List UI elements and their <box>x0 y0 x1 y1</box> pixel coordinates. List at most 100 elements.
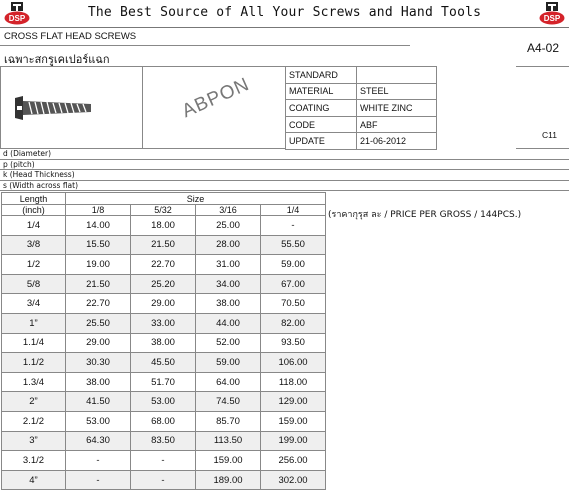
spec-row: UPDATE 21-06-2012 <box>285 132 437 150</box>
flat-head-screw-icon <box>15 96 91 120</box>
price-cell: 70.50 <box>260 293 326 314</box>
price-cell: - <box>65 469 131 490</box>
side-code: C11 <box>542 130 557 140</box>
spec-key: CODE <box>285 115 357 134</box>
price-cell: 33.00 <box>130 312 196 334</box>
spec-value: WHITE ZINC <box>356 99 437 117</box>
table-row: 1” 25.50 33.00 44.00 82.00 <box>1 312 326 334</box>
spec-row: MATERIAL STEEL <box>285 82 437 101</box>
table-row: 3/8 15.50 21.50 28.00 55.50 <box>1 234 326 256</box>
price-cell: 93.50 <box>260 332 326 354</box>
price-sheet: DSP The Best Source of All Your Screws a… <box>0 0 569 490</box>
watermark-cell: ABPON <box>143 66 285 149</box>
length-cell: 5/8 <box>1 273 66 295</box>
price-cell: 159.00 <box>195 450 261 471</box>
spec-value <box>356 66 437 84</box>
price-cell: 53.00 <box>130 391 196 412</box>
size-column-header: 1/4 <box>260 204 326 216</box>
table-row: 5/8 21.50 25.20 34.00 67.00 <box>1 273 326 295</box>
size-header: Size <box>65 192 326 205</box>
price-cell: 38.00 <box>65 371 131 393</box>
spec-table: STANDARD MATERIAL STEEL COATING WHITE ZINC… <box>285 66 437 150</box>
length-cell: 1/4 <box>1 215 66 236</box>
price-cell: 59.00 <box>260 254 326 275</box>
price-note: (ราคากุรุส ละ / PRICE PER GROSS / 144PCS… <box>328 210 522 220</box>
dsp-logo-right-icon: DSP <box>539 2 565 25</box>
table-row: 1/4 14.00 18.00 25.00- <box>1 215 326 236</box>
price-cell: 51.70 <box>130 371 196 393</box>
table-row: 4” - -189.00 302.00 <box>1 469 326 490</box>
size-column-header: 3/16 <box>195 204 261 216</box>
legend-item: d (Diameter) <box>0 149 569 160</box>
table-row: 3/4 22.70 29.00 38.00 70.50 <box>1 293 326 314</box>
header-bar: DSP The Best Source of All Your Screws a… <box>0 0 569 28</box>
price-cell: 22.70 <box>130 254 196 275</box>
spec-key: STANDARD <box>285 66 357 84</box>
legend-item: s (Width across flat) <box>0 181 569 191</box>
legend-item: k (Head Thickness) <box>0 170 569 181</box>
price-cell: - <box>130 450 196 471</box>
price-cell: 25.20 <box>130 273 196 295</box>
price-cell: 199.00 <box>260 430 326 452</box>
size-column-header: 5/32 <box>130 204 196 216</box>
price-cell: 67.00 <box>260 273 326 295</box>
dimension-legend: d (Diameter) p (pitch) k (Head Thickness… <box>0 149 569 191</box>
logo-right-text: DSP <box>544 14 561 23</box>
price-cell: 31.00 <box>195 254 261 275</box>
length-cell: 2.1/2 <box>1 410 66 432</box>
size-column-header: 1/8 <box>65 204 131 216</box>
price-cell: 129.00 <box>260 391 326 412</box>
logo-left-text: DSP <box>9 14 26 23</box>
price-cell: - <box>130 469 196 490</box>
length-cell: 3/8 <box>1 234 66 256</box>
price-cell: 14.00 <box>65 215 131 236</box>
price-cell: 113.50 <box>195 430 261 452</box>
price-cell: 53.00 <box>65 410 131 432</box>
price-cell: 29.00 <box>130 293 196 314</box>
price-cell: 159.00 <box>260 410 326 432</box>
price-cell: 59.00 <box>195 352 261 373</box>
price-cell: 83.50 <box>130 430 196 452</box>
price-cell: 74.50 <box>195 391 261 412</box>
table-row: 2” 41.50 53.00 74.50 129.00 <box>1 391 326 412</box>
table-row: 3.1/2- -159.00 256.00 <box>1 450 326 471</box>
length-cell: 3/4 <box>1 293 66 314</box>
length-cell: 4” <box>1 469 66 490</box>
price-table: Length Size (inch) 1/8 5/32 3/16 1/4 1/4… <box>1 192 326 490</box>
price-cell: 302.00 <box>260 469 326 490</box>
price-cell: 25.50 <box>65 312 131 334</box>
price-cell: 30.30 <box>65 352 131 373</box>
spec-row: STANDARD <box>285 66 437 84</box>
table-subheader-row: (inch) 1/8 5/32 3/16 1/4 <box>1 204 326 216</box>
price-cell: 18.00 <box>130 215 196 236</box>
price-cell: 28.00 <box>195 234 261 256</box>
table-row: 1.1/4 29.00 38.00 52.00 93.50 <box>1 332 326 354</box>
watermark-text: ABPON <box>179 73 253 123</box>
price-cell: 256.00 <box>260 450 326 471</box>
price-cell: 34.00 <box>195 273 261 295</box>
price-cell: 25.00 <box>195 215 261 236</box>
price-cell: 106.00 <box>260 352 326 373</box>
length-cell: 3.1/2 <box>1 450 66 471</box>
price-cell: 55.50 <box>260 234 326 256</box>
table-row: 1/2 19.00 22.70 31.00 59.00 <box>1 254 326 275</box>
dsp-logo-left-icon: DSP <box>4 2 30 25</box>
price-cell: 21.50 <box>130 234 196 256</box>
product-code: A4-02 <box>526 41 559 55</box>
length-cell: 1” <box>1 312 66 334</box>
spec-value: 21-06-2012 <box>356 132 437 150</box>
length-cell: 3” <box>1 430 66 452</box>
spec-key: MATERIAL <box>285 82 357 101</box>
length-header: Length <box>1 192 66 205</box>
header-title: The Best Source of All Your Screws and H… <box>87 5 482 20</box>
price-cell: 41.50 <box>65 391 131 412</box>
length-cell: 1/2 <box>1 254 66 275</box>
legend-item: p (pitch) <box>0 160 569 170</box>
screw-image-cell <box>0 66 143 149</box>
price-cell: 15.50 <box>65 234 131 256</box>
price-cell: 29.00 <box>65 332 131 354</box>
price-cell: 38.00 <box>195 293 261 314</box>
price-cell: 64.00 <box>195 371 261 393</box>
price-cell: 19.00 <box>65 254 131 275</box>
price-cell: 21.50 <box>65 273 131 295</box>
